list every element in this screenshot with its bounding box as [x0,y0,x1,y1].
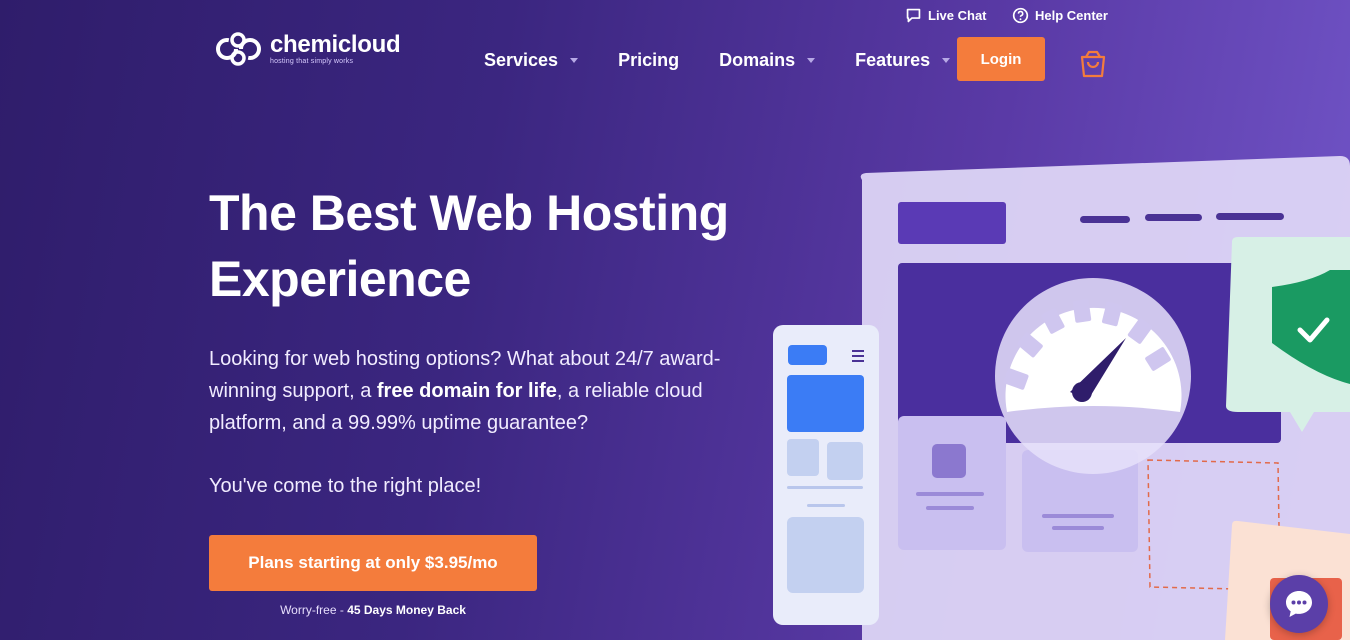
chevron-down-icon [942,57,951,63]
help-icon [1012,7,1029,24]
chevron-down-icon [570,57,579,63]
logo[interactable]: chemicloud hosting that simply works [214,30,401,68]
hero-description: Looking for web hosting options? What ab… [209,343,754,439]
hero-illustration [773,156,1350,640]
help-center-link[interactable]: Help Center [1012,7,1108,24]
nav-item-label: Domains [719,49,796,70]
money-back-note: Worry-free - 45 Days Money Back [209,603,537,617]
nav-item-label: Services [484,49,559,70]
live-chat-icon [906,8,921,23]
nav-item-pricing[interactable]: Pricing [618,50,679,71]
help-center-label: Help Center [1035,8,1108,23]
main-nav: Services Pricing Domains Features [484,47,990,73]
hero-desc-bold: free domain for life [376,380,557,402]
nav-item-services[interactable]: Services [484,49,579,71]
logo-name: chemicloud [270,31,401,58]
nav-item-features[interactable]: Features [855,49,951,71]
chat-widget-button[interactable] [1270,575,1328,633]
nav-item-label: Features [855,49,931,70]
live-chat-link[interactable]: Live Chat [905,7,987,24]
nav-item-domains[interactable]: Domains [719,49,816,71]
hero-subtext: You've come to the right place! [209,475,482,497]
guarantee-bold: 45 Days Money Back [347,603,466,617]
plans-cta-button[interactable]: Plans starting at only $3.95/mo [209,535,537,591]
chevron-down-icon [807,57,816,63]
hero-title: The Best Web Hosting Experience [209,185,729,307]
live-chat-label: Live Chat [928,8,987,23]
logo-tagline: hosting that simply works [270,58,354,65]
guarantee-prefix: Worry-free - [280,603,348,617]
cart-icon[interactable] [1079,49,1107,79]
nav-item-label: Pricing [618,49,680,70]
logo-icon [216,32,261,66]
login-button[interactable]: Login [957,37,1045,81]
chat-bubble-icon [1286,591,1312,617]
